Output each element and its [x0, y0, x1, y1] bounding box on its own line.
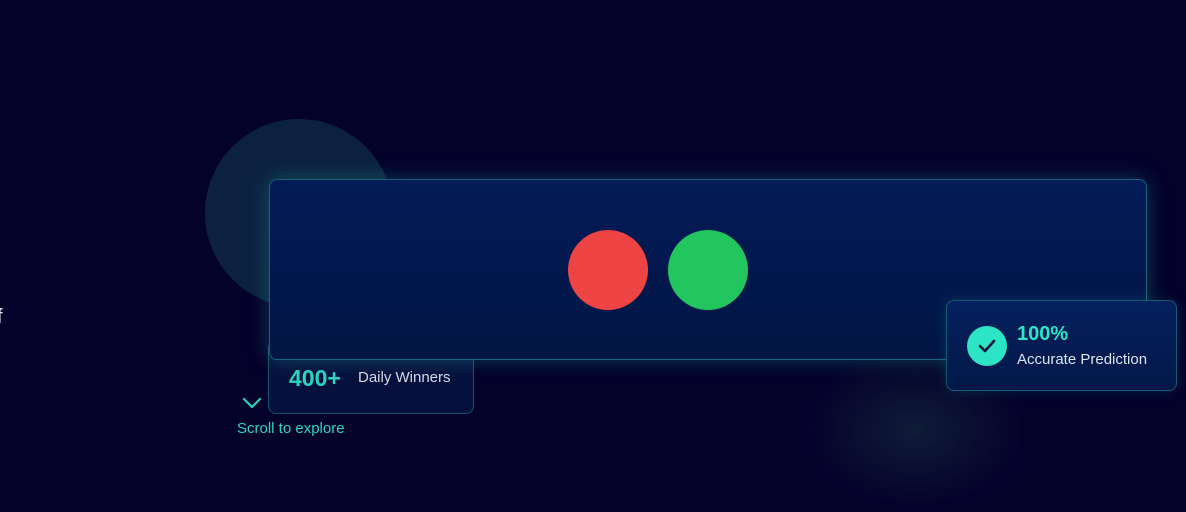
- green-indicator-dot: [668, 230, 748, 310]
- scroll-to-explore-link[interactable]: Scroll to explore: [237, 420, 345, 437]
- partial-heading-text: f: [0, 306, 3, 329]
- accuracy-label: Accurate Prediction: [1017, 351, 1148, 368]
- daily-winners-count: 400+: [289, 365, 341, 391]
- check-icon: [967, 326, 1007, 366]
- daily-winners-label: Daily Winners: [358, 369, 451, 386]
- chevron-down-icon[interactable]: [242, 396, 262, 415]
- accuracy-value: 100%: [1017, 323, 1069, 345]
- accuracy-card: 100% Accurate Prediction: [946, 300, 1177, 391]
- red-indicator-dot: [568, 230, 648, 310]
